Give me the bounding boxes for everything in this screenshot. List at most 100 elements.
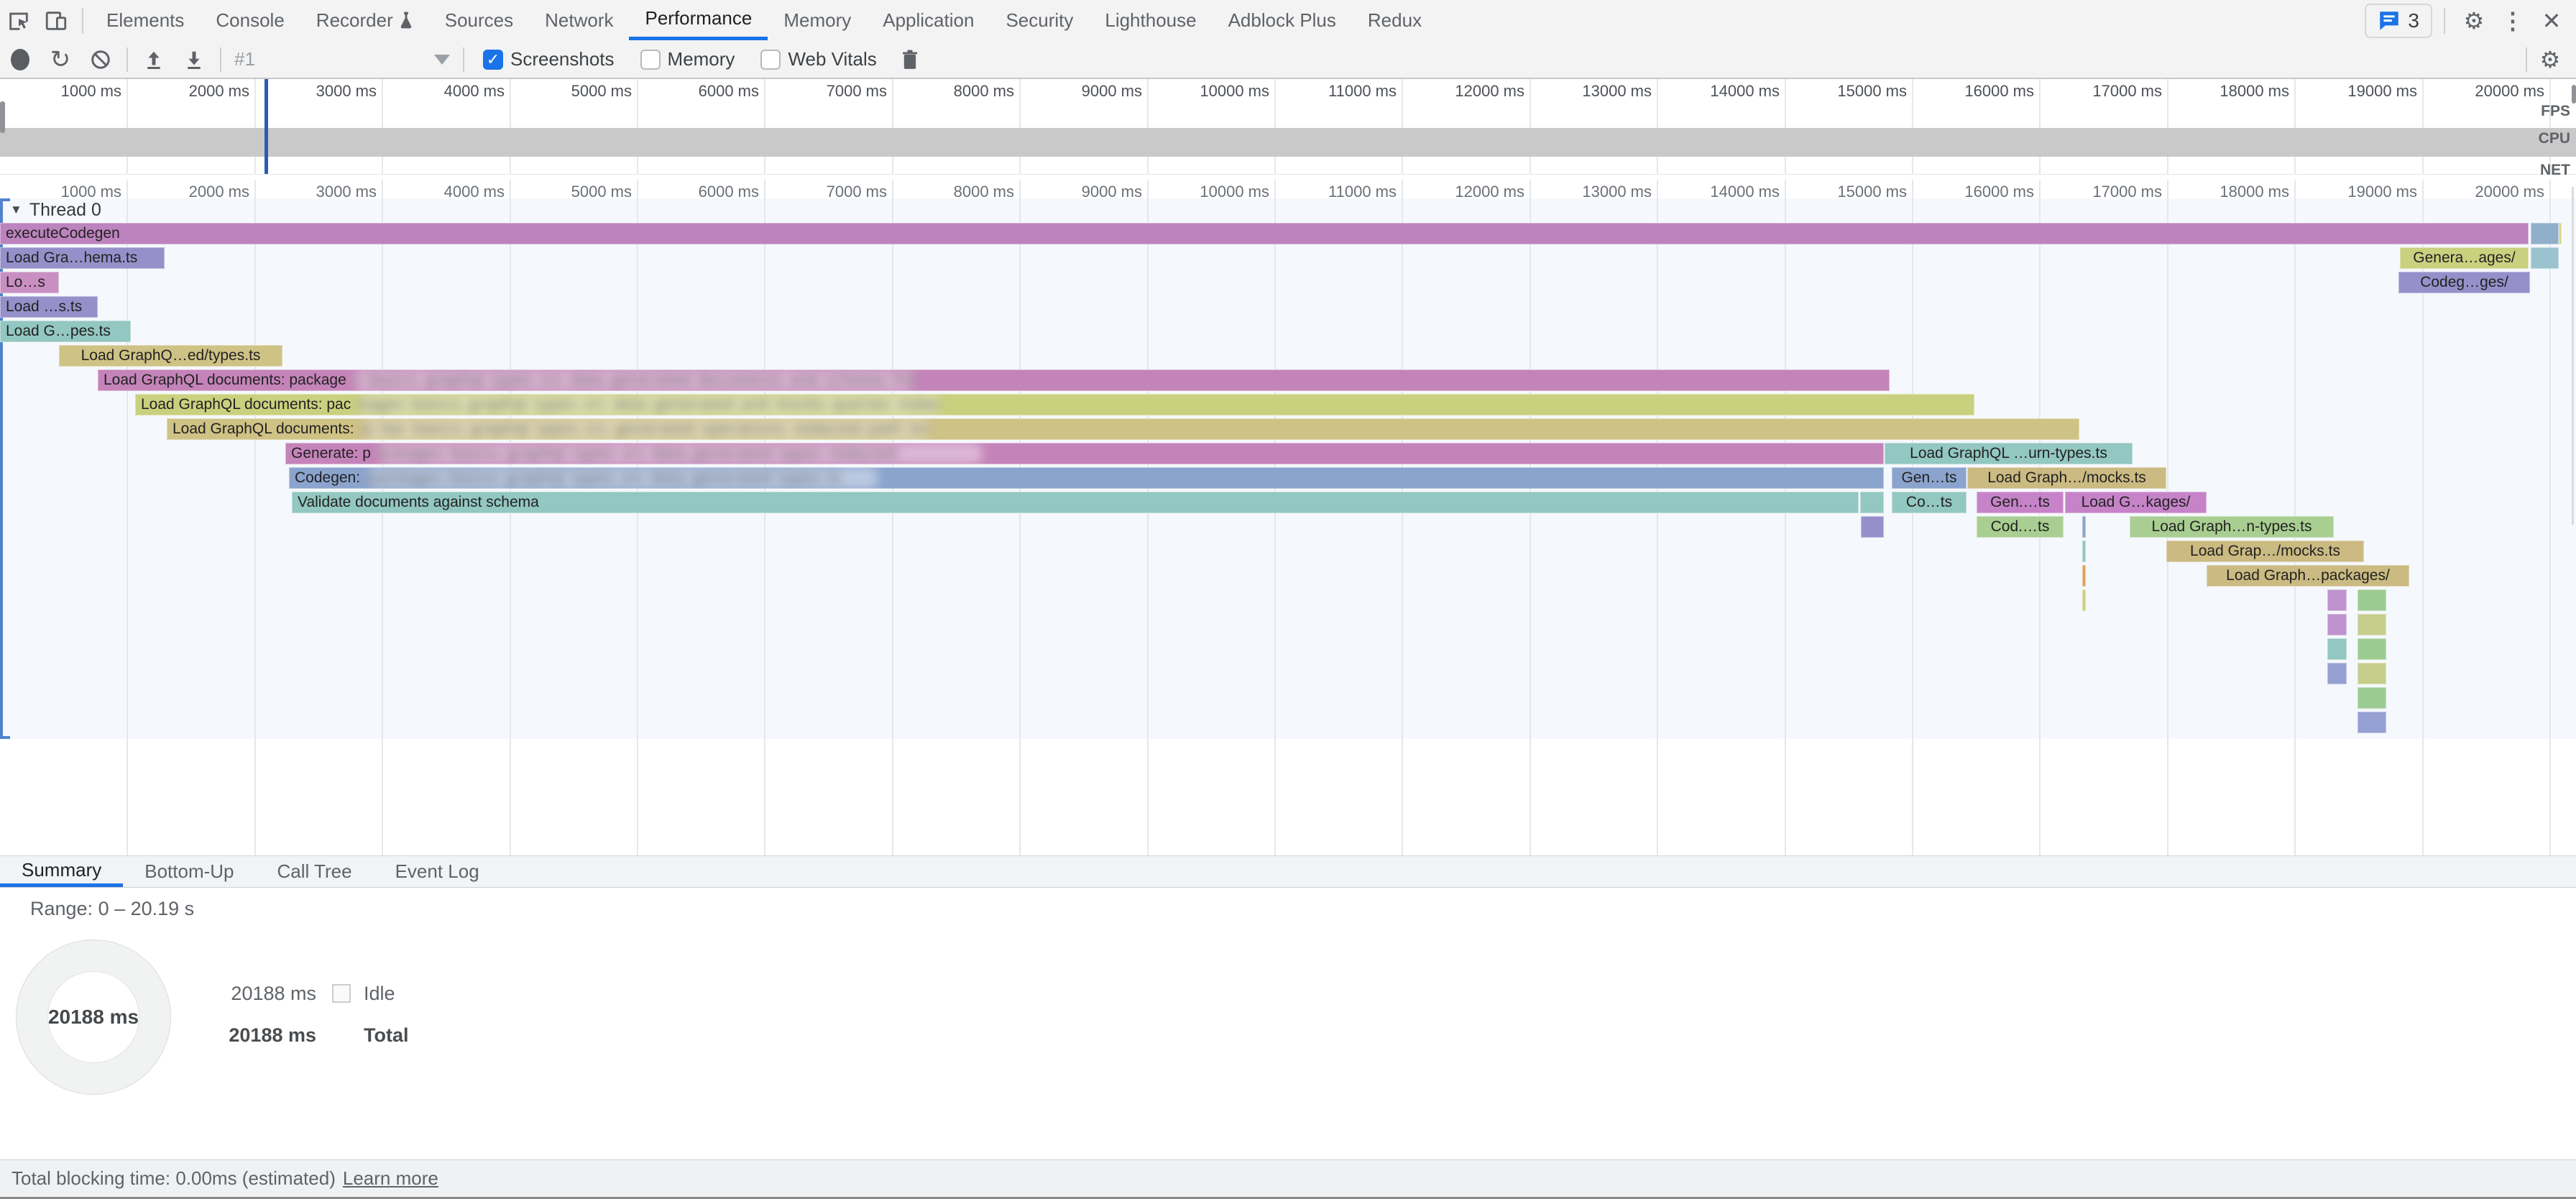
tab-label: Security — [1006, 0, 1073, 40]
summary-panel: Range: 0 – 20.19 s 20188 ms 20188 msIdle… — [0, 888, 2576, 1159]
tab-sources[interactable]: Sources — [429, 0, 529, 40]
tab-recorder[interactable]: Recorder — [300, 0, 429, 40]
checkbox-web-vitals[interactable]: Web Vitals — [760, 48, 876, 70]
learn-more-link[interactable]: Learn more — [343, 1167, 438, 1190]
flame-bar-load-s-ts[interactable]: Load …s.ts — [0, 296, 98, 318]
tab-elements[interactable]: Elements — [91, 0, 200, 40]
flame-bar[interactable] — [2327, 614, 2347, 635]
flame-bar[interactable] — [2327, 638, 2347, 660]
flame-bar-load-graph-mocks-ts[interactable]: Load Graph…/mocks.ts — [1967, 467, 2166, 489]
tab-lighthouse[interactable]: Lighthouse — [1089, 0, 1212, 40]
flame-bar[interactable] — [2082, 589, 2086, 611]
ruler-tick-label: 12000 ms — [1455, 82, 1524, 101]
flame-bar[interactable] — [1860, 492, 1884, 513]
checkbox-box[interactable] — [640, 50, 661, 70]
tab-memory[interactable]: Memory — [768, 0, 867, 40]
flame-bar[interactable] — [2559, 223, 2562, 244]
flame-bar-co-ts[interactable]: Co…ts — [1892, 492, 1966, 513]
ruler-tick-label: 2000 ms — [189, 82, 249, 101]
flame-bar-gen-ts[interactable]: Gen…ts — [1892, 467, 1966, 489]
flame-bar-load-graphql-documents-[interactable]: Load GraphQL documents:ai bar basics gra… — [167, 418, 2079, 440]
flame-bar-lo-s[interactable]: Lo…s — [0, 272, 59, 293]
kebab-menu-icon[interactable]: ⋮ — [2496, 7, 2530, 35]
details-tab-call-tree[interactable]: Call Tree — [256, 856, 374, 887]
timeline-overview[interactable]: 1000 ms2000 ms3000 ms4000 ms5000 ms6000 … — [0, 79, 2576, 180]
load-profile-icon[interactable] — [134, 42, 174, 78]
trash-icon[interactable] — [890, 42, 930, 78]
flame-bar-genera-ages-[interactable]: Genera…ages/ — [2400, 247, 2529, 269]
tab-redux[interactable]: Redux — [1352, 0, 1438, 40]
details-tab-summary[interactable]: Summary — [0, 856, 123, 887]
clear-icon[interactable] — [80, 42, 121, 78]
scrollbar-thumb[interactable] — [2572, 187, 2574, 525]
reload-and-record-icon[interactable]: ↻ — [40, 42, 80, 78]
details-tab-event-log[interactable]: Event Log — [374, 856, 501, 887]
flame-bar-codegen-[interactable]: Codegen:packages basics graphql types sr… — [289, 467, 1884, 489]
flame-bar-codeg-ges-[interactable]: Codeg…ges/ — [2398, 272, 2530, 293]
issues-button[interactable]: 3 — [2365, 4, 2432, 38]
tab-application[interactable]: Application — [867, 0, 990, 40]
flame-bar[interactable] — [2531, 247, 2559, 269]
tab-network[interactable]: Network — [529, 0, 629, 40]
flame-bar[interactable] — [2327, 663, 2347, 684]
inspect-icon[interactable] — [0, 1, 37, 41]
close-icon[interactable]: ✕ — [2534, 7, 2569, 35]
device-toolbar-icon[interactable] — [37, 1, 75, 41]
legend-value: 20188 ms — [172, 1024, 316, 1047]
flame-bar-load-graph-packages-[interactable]: Load Graph…packages/ — [2207, 565, 2409, 587]
details-tab-bottom-up[interactable]: Bottom-Up — [123, 856, 255, 887]
flame-bar[interactable] — [2531, 223, 2559, 244]
bar-label: Load Graph…packages/ — [2226, 567, 2390, 584]
blocking-time-text: Total blocking time: 0.00ms (estimated) — [12, 1167, 336, 1190]
tab-performance[interactable]: Performance — [629, 0, 768, 40]
tab-console[interactable]: Console — [200, 0, 300, 40]
flame-bar-load-graphql-documents-package[interactable]: Load GraphQL documents: packages basics … — [98, 369, 1890, 391]
overview-right-handle[interactable] — [2572, 85, 2576, 104]
checkbox-memory[interactable]: Memory — [640, 48, 735, 70]
flame-bar[interactable] — [1861, 516, 1884, 538]
flame-bar[interactable] — [2082, 516, 2086, 538]
tab-adblock-plus[interactable]: Adblock Plus — [1213, 0, 1352, 40]
tab-label: Sources — [445, 0, 513, 40]
save-profile-icon[interactable] — [174, 42, 214, 78]
flame-bar-load-g-kages-[interactable]: Load G…kages/ — [2065, 492, 2207, 513]
settings-gear-icon[interactable]: ⚙ — [2457, 7, 2491, 35]
flame-chart[interactable]: 1000 ms2000 ms3000 ms4000 ms5000 ms6000 … — [0, 180, 2576, 855]
flame-bar[interactable] — [2358, 589, 2386, 611]
flame-bar-load-g-pes-ts[interactable]: Load G…pes.ts — [0, 321, 131, 342]
tab-security[interactable]: Security — [990, 0, 1089, 40]
flame-bar-generate-p[interactable]: Generate: packages basics graphql types … — [285, 443, 1884, 464]
flame-bar-load-graphql-urn-types-ts[interactable]: Load GraphQL …urn-types.ts — [1885, 443, 2133, 464]
flame-bar-load-graphql-documents-pac[interactable]: Load GraphQL documents: packages basics … — [135, 394, 1974, 415]
ruler-tick-label: 20000 ms — [2475, 82, 2544, 101]
flame-bar-load-gra-hema-ts[interactable]: Load Gra…hema.ts — [0, 247, 165, 269]
flame-bar[interactable] — [2082, 565, 2086, 587]
flame-bar-executecodegen[interactable]: executeCodegen — [0, 223, 2529, 244]
chevron-down-icon — [434, 55, 450, 65]
flame-bar-cod-ts[interactable]: Cod.…ts — [1977, 516, 2064, 538]
flame-bar[interactable] — [2358, 614, 2386, 635]
flame-bar[interactable] — [2327, 589, 2347, 611]
overview-left-handle[interactable] — [0, 101, 5, 133]
history-dropdown[interactable]: #1 — [227, 48, 457, 70]
checkbox-screenshots[interactable]: ✓Screenshots — [483, 48, 615, 70]
bar-label: Load …s.ts — [0, 298, 82, 315]
flame-bar-load-graph-n-types-ts[interactable]: Load Graph…n-types.ts — [2130, 516, 2334, 538]
checkbox-box[interactable] — [760, 50, 781, 70]
flame-bar[interactable] — [2082, 541, 2086, 562]
flame-bar[interactable] — [2358, 638, 2386, 660]
capture-settings-gear-icon[interactable]: ⚙ — [2533, 46, 2567, 73]
summary-donut-chart: 20188 ms — [16, 940, 171, 1095]
flame-bar-validate-documents-against-schema[interactable]: Validate documents against schema — [292, 492, 1859, 513]
flame-bar[interactable] — [2358, 687, 2386, 709]
bar-label: Load GraphQ…ed/types.ts — [81, 347, 261, 364]
flame-bar-load-graphq-ed-types-ts[interactable]: Load GraphQ…ed/types.ts — [59, 345, 282, 367]
flame-bar-load-grap-mocks-ts[interactable]: Load Grap…/mocks.ts — [2166, 541, 2364, 562]
flame-bar[interactable] — [2358, 712, 2386, 733]
legend-label: Total — [364, 1024, 409, 1047]
record-button[interactable] — [0, 42, 40, 78]
flame-bar-gen-ts[interactable]: Gen.…ts — [1977, 492, 2064, 513]
flame-bar[interactable] — [2358, 663, 2386, 684]
playhead-marker[interactable] — [264, 79, 268, 174]
checkbox-box[interactable]: ✓ — [483, 50, 503, 70]
